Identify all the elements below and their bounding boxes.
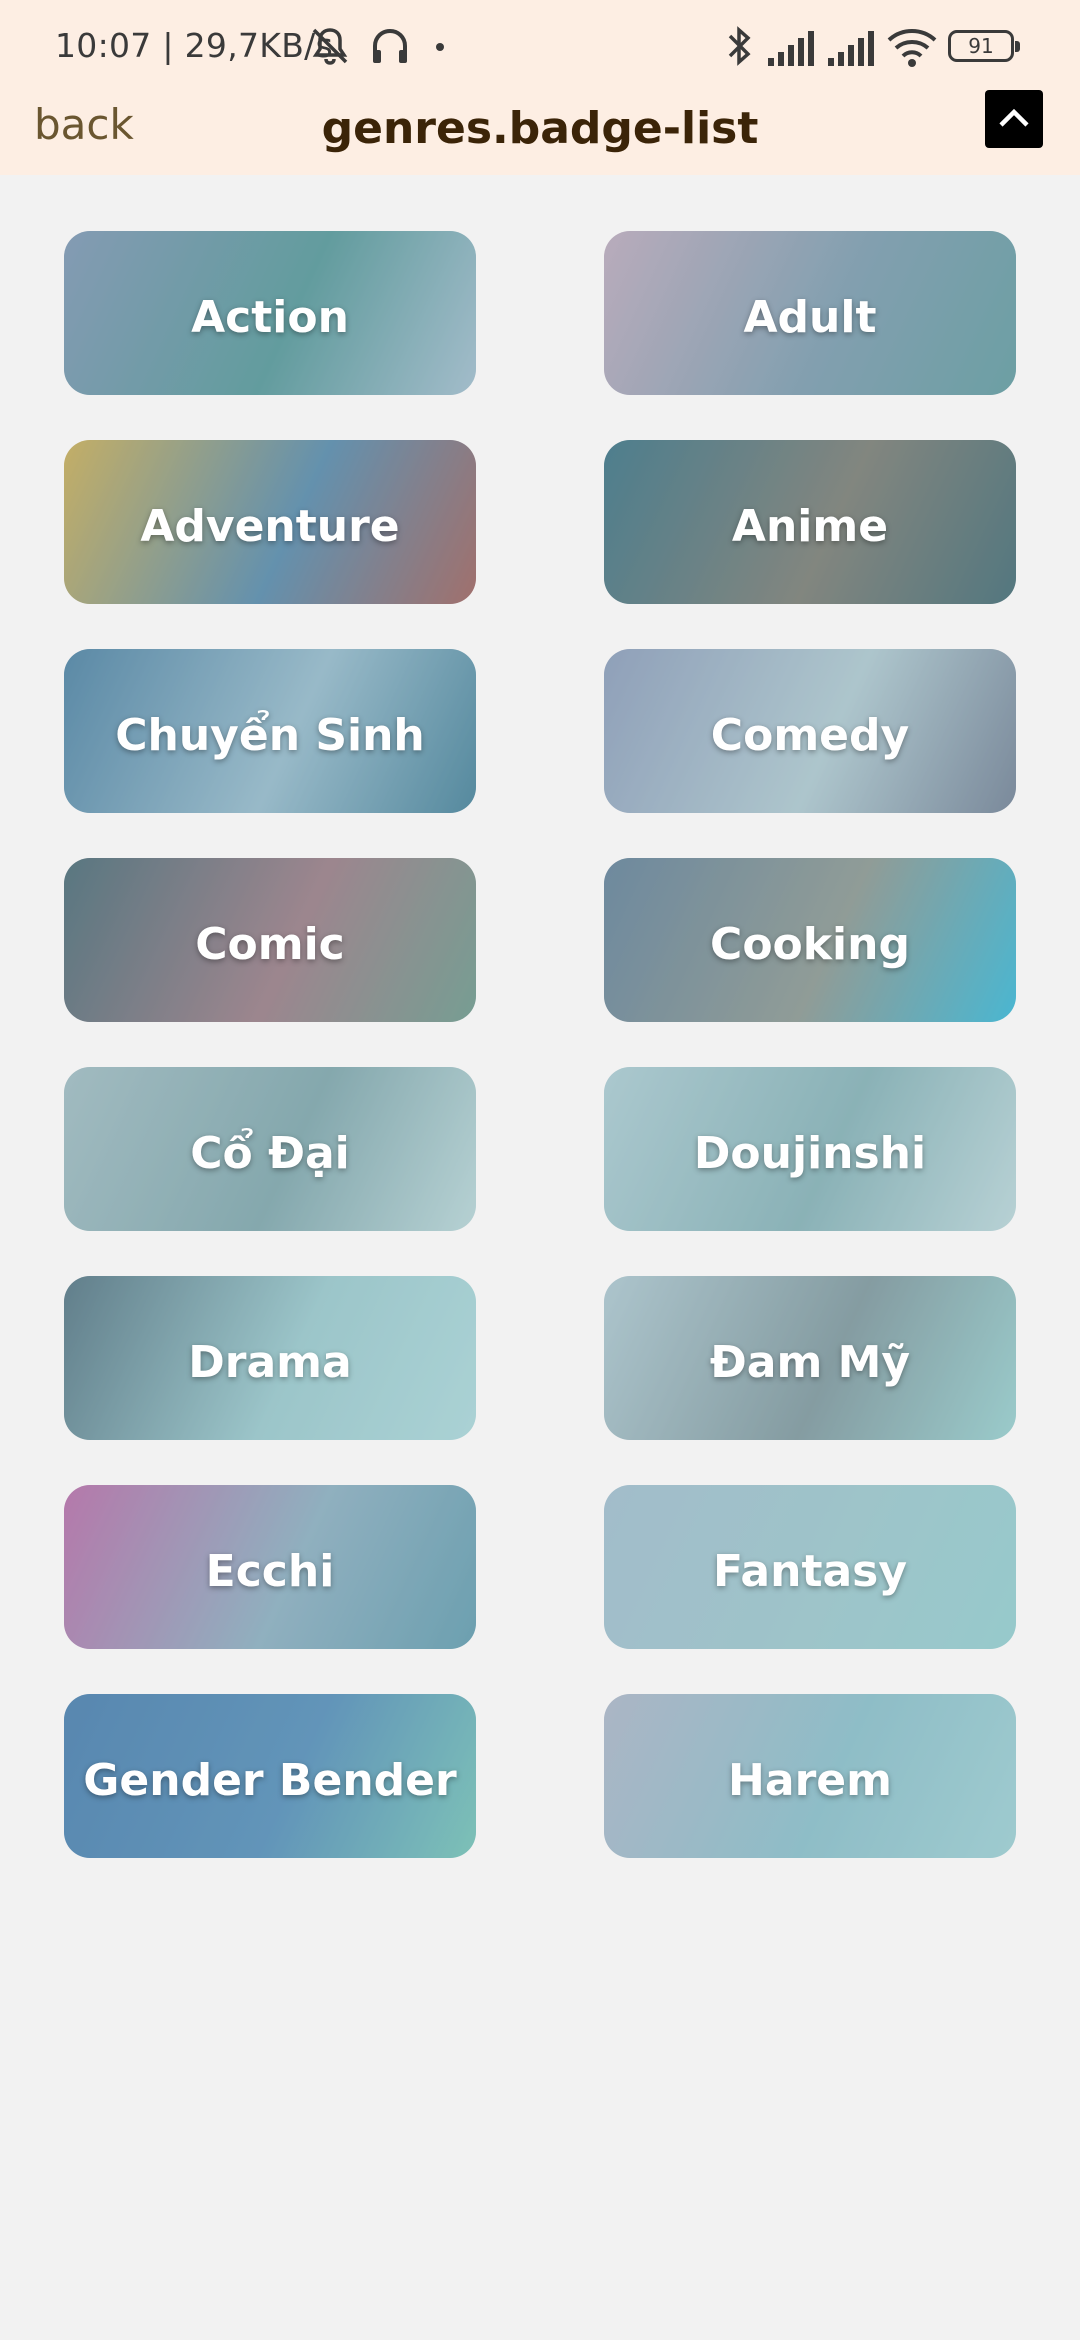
genre-label: Doujinshi xyxy=(693,1127,927,1179)
genre-label: Gender Bender xyxy=(83,1754,457,1806)
genre-badge[interactable]: Cooking xyxy=(604,858,1016,1022)
genre-badge[interactable]: Ecchi xyxy=(64,1485,476,1649)
genre-label: Chuyển Sinh xyxy=(115,709,425,761)
genre-label: Harem xyxy=(728,1754,892,1806)
genre-badge[interactable]: Đam Mỹ xyxy=(604,1276,1016,1440)
genre-label: Ecchi xyxy=(205,1545,335,1597)
genre-label: Fantasy xyxy=(712,1545,908,1597)
genre-badge[interactable]: Gender Bender xyxy=(64,1694,476,1858)
genre-badge[interactable]: Doujinshi xyxy=(604,1067,1016,1231)
genre-badge[interactable]: Adult xyxy=(604,231,1016,395)
genre-badge[interactable]: Comedy xyxy=(604,649,1016,813)
genre-label: Đam Mỹ xyxy=(709,1336,911,1388)
genre-label: Adult xyxy=(743,291,877,343)
genre-badge[interactable]: Cổ Đại xyxy=(64,1067,476,1231)
genre-badge[interactable]: Chuyển Sinh xyxy=(64,649,476,813)
genre-grid: Action Adult Adventure Anime Chuyển Sinh Come… xyxy=(0,0,1080,2340)
genre-badge[interactable]: Fantasy xyxy=(604,1485,1016,1649)
genre-label: Adventure xyxy=(140,500,400,552)
genre-label: Drama xyxy=(188,1336,352,1388)
genre-badge[interactable]: Drama xyxy=(64,1276,476,1440)
genre-label: Cổ Đại xyxy=(190,1127,350,1179)
genre-label: Comedy xyxy=(710,709,910,761)
genre-badge[interactable]: Adventure xyxy=(64,440,476,604)
genre-label: Comic xyxy=(195,918,345,970)
genre-badge[interactable]: Comic xyxy=(64,858,476,1022)
genre-badge[interactable]: Anime xyxy=(604,440,1016,604)
genre-label: Action xyxy=(191,291,349,343)
genre-label: Cooking xyxy=(710,918,910,970)
genre-badge[interactable]: Harem xyxy=(604,1694,1016,1858)
genre-badge[interactable]: Action xyxy=(64,231,476,395)
genre-label: Anime xyxy=(731,500,889,552)
